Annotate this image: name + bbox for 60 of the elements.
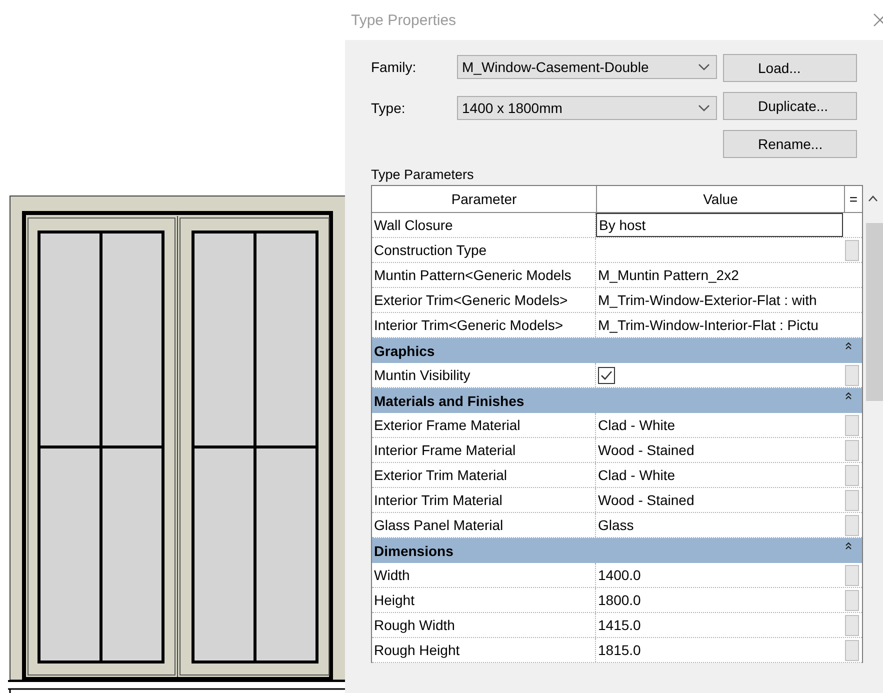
value-cell[interactable]: 1815.0	[596, 638, 843, 662]
group-header[interactable]: Materials and Finishes	[372, 388, 862, 413]
value-cell[interactable]: 1400.0	[596, 563, 843, 587]
parameter-name: Muntin Pattern<Generic Models	[372, 263, 596, 287]
type-label: Type:	[371, 100, 406, 116]
parameter-name: Glass Panel Material	[372, 513, 596, 537]
edit-button[interactable]	[844, 564, 858, 586]
value-cell[interactable]: M_Trim-Window-Exterior-Flat : with	[596, 288, 843, 312]
checkbox[interactable]	[598, 366, 615, 384]
value-cell[interactable]: Wood - Stained	[596, 488, 843, 512]
dialog-button[interactable]: Load...	[723, 54, 857, 82]
parameter-name: Construction Type	[372, 238, 596, 262]
type-dropdown[interactable]: 1400 x 1800mm	[457, 96, 717, 120]
scrollbar-thumb[interactable]	[866, 223, 883, 401]
group-header[interactable]: Graphics	[372, 338, 862, 363]
parameter-name: Exterior Trim<Generic Models>	[372, 288, 596, 312]
parameter-name: Exterior Frame Material	[372, 413, 596, 437]
value-cell[interactable]: 1800.0	[596, 588, 843, 612]
edit-button[interactable]	[844, 414, 858, 436]
parameter-name: Interior Trim<Generic Models>	[372, 313, 596, 337]
group-header[interactable]: Dimensions	[372, 538, 862, 563]
family-dropdown[interactable]: M_Window-Casement-Double	[457, 55, 717, 79]
section-label: Type Parameters	[371, 167, 475, 184]
parameter-name: Height	[372, 588, 596, 612]
dialog-button[interactable]: Rename...	[723, 130, 857, 158]
edit-button[interactable]	[844, 440, 858, 460]
value-cell[interactable]: 1415.0	[596, 613, 843, 637]
value-cell[interactable]: Wood - Stained	[596, 438, 843, 462]
edit-button[interactable]	[844, 640, 858, 660]
column-header[interactable]: Parameter	[372, 186, 597, 212]
close-icon[interactable]	[873, 13, 883, 27]
edit-button[interactable]	[844, 490, 858, 510]
scroll-up-icon[interactable]	[868, 195, 878, 202]
parameter-name: Interior Frame Material	[372, 438, 596, 462]
parameter-name: Rough Height	[372, 638, 596, 662]
value-cell[interactable]: Glass	[596, 513, 843, 537]
edit-button[interactable]	[844, 464, 858, 486]
value-cell[interactable]: Clad - White	[596, 413, 843, 437]
column-header[interactable]: Value	[597, 186, 845, 212]
value-cell[interactable]: M_Muntin Pattern_2x2	[596, 263, 843, 287]
value-cell[interactable]: M_Trim-Window-Interior-Flat : Pictu	[596, 313, 843, 337]
column-header[interactable]: =	[845, 186, 862, 212]
value-cell[interactable]: Clad - White	[596, 463, 843, 487]
parameter-name: Exterior Trim Material	[372, 463, 596, 487]
dialog-title: Type Properties	[351, 12, 456, 28]
value-cell[interactable]: By host	[596, 213, 843, 237]
edit-button[interactable]	[844, 240, 858, 260]
parameter-name: Rough Width	[372, 613, 596, 637]
dialog-button[interactable]: Duplicate...	[723, 92, 857, 120]
chevron-down-icon	[698, 63, 710, 71]
parameter-name: Muntin Visibility	[372, 363, 596, 387]
parameter-name: Interior Trim Material	[372, 488, 596, 512]
family-label: Family:	[371, 59, 418, 75]
parameter-name: Wall Closure	[372, 213, 596, 237]
edit-button[interactable]	[844, 590, 858, 610]
chevron-down-icon	[698, 104, 710, 112]
edit-button[interactable]	[844, 614, 858, 636]
parameter-name: Width	[372, 563, 596, 587]
edit-button[interactable]	[844, 514, 858, 536]
edit-button[interactable]	[844, 364, 858, 386]
